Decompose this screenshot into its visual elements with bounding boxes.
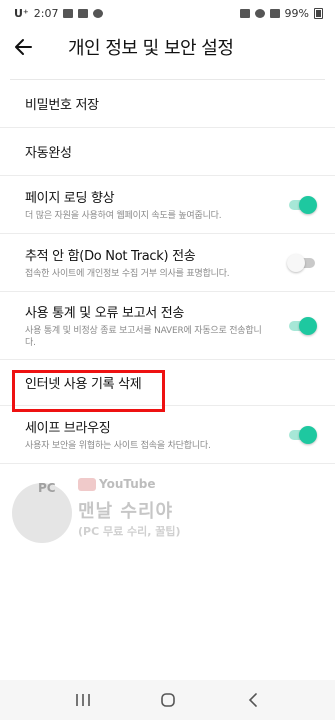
- image-notification-icon: [63, 8, 74, 18]
- youtube-icon: [78, 477, 96, 491]
- recent-apps-button[interactable]: [63, 685, 103, 715]
- toggle-thumb: [299, 316, 317, 335]
- setting-autofill[interactable]: 자동완성: [0, 128, 335, 176]
- battery-icon: [314, 7, 323, 19]
- message-notification-icon: [93, 8, 104, 18]
- setting-title: 자동완성: [25, 146, 72, 161]
- status-bar: U⁺ 2:07 99%: [0, 0, 335, 26]
- chevron-left-icon: [248, 693, 257, 707]
- home-button[interactable]: [148, 685, 188, 715]
- setting-description: 더 많은 자원을 사용하여 웹페이지 속도를 높여줍니다.: [25, 211, 222, 221]
- system-back-button[interactable]: [233, 685, 273, 715]
- watermark-subtitle: (PC 무료 수리, 꿀팁): [78, 525, 181, 538]
- toggle-thumb: [299, 425, 317, 444]
- arrow-left-icon: [15, 39, 32, 55]
- watermark-channel: 맨날 수리야: [78, 501, 174, 522]
- setting-save-password[interactable]: 비밀번호 저장: [0, 80, 335, 128]
- page-loading-toggle[interactable]: [287, 194, 317, 216]
- toggle-thumb: [287, 253, 305, 272]
- wifi-icon: [254, 8, 265, 18]
- page-title: 개인 정보 및 보안 설정: [68, 38, 234, 59]
- settings-list: 비밀번호 저장 자동완성 페이지 로딩 향상 더 많은 자원을 사용하여 웹페이…: [0, 80, 335, 464]
- watermark: PC YouTube 맨날 수리야 (PC 무료 수리, 꿀팁): [12, 475, 212, 565]
- navigation-bar: [0, 680, 335, 720]
- setting-description: 사용 통계 및 비정상 종료 보고서를 NAVER에 자동으로 전송합니다.: [25, 326, 262, 348]
- setting-title: 사용 통계 및 오류 보고서 전송: [25, 306, 185, 321]
- setting-description: 접속한 사이트에 개인정보 수집 거부 의사를 표명합니다.: [25, 269, 230, 279]
- battery-percent: 99%: [284, 6, 309, 20]
- carrier-label: U⁺: [14, 6, 29, 20]
- setting-title: 비밀번호 저장: [25, 98, 99, 113]
- setting-description: 사용자 보안을 위협하는 사이트 접속을 차단합니다.: [25, 441, 211, 451]
- mute-icon: [239, 8, 250, 18]
- usage-stats-toggle[interactable]: [287, 315, 317, 337]
- setting-safe-browsing[interactable]: 세이프 브라우징 사용자 보안을 위협하는 사이트 접속을 차단합니다.: [0, 406, 335, 464]
- video-notification-icon: [78, 8, 89, 18]
- setting-do-not-track[interactable]: 추적 안 함(Do Not Track) 전송 접속한 사이트에 개인정보 수집…: [0, 234, 335, 292]
- setting-title: 추적 안 함(Do Not Track) 전송: [25, 249, 196, 264]
- safe-browsing-toggle[interactable]: [287, 424, 317, 446]
- watermark-badge: PC: [38, 481, 56, 495]
- setting-page-loading[interactable]: 페이지 로딩 향상 더 많은 자원을 사용하여 웹페이지 속도를 높여줍니다.: [0, 176, 335, 234]
- setting-title: 인터넷 사용 기록 삭제: [25, 377, 142, 392]
- home-icon: [160, 693, 175, 707]
- status-left: U⁺ 2:07: [14, 6, 104, 20]
- setting-title: 페이지 로딩 향상: [25, 191, 115, 206]
- signal-icon: [269, 8, 280, 18]
- clock: 2:07: [33, 6, 59, 20]
- youtube-label: YouTube: [99, 477, 156, 491]
- toggle-thumb: [299, 195, 317, 214]
- back-button[interactable]: [14, 27, 54, 67]
- watermark-youtube: YouTube: [78, 477, 156, 491]
- app-header: 개인 정보 및 보안 설정: [0, 26, 335, 68]
- setting-usage-stats[interactable]: 사용 통계 및 오류 보고서 전송 사용 통계 및 비정상 종료 보고서를 NA…: [0, 292, 335, 360]
- recent-apps-icon: [75, 694, 90, 706]
- do-not-track-toggle[interactable]: [287, 252, 317, 274]
- status-right: 99%: [239, 6, 323, 20]
- setting-clear-history[interactable]: 인터넷 사용 기록 삭제: [0, 360, 335, 406]
- setting-title: 세이프 브라우징: [25, 421, 111, 436]
